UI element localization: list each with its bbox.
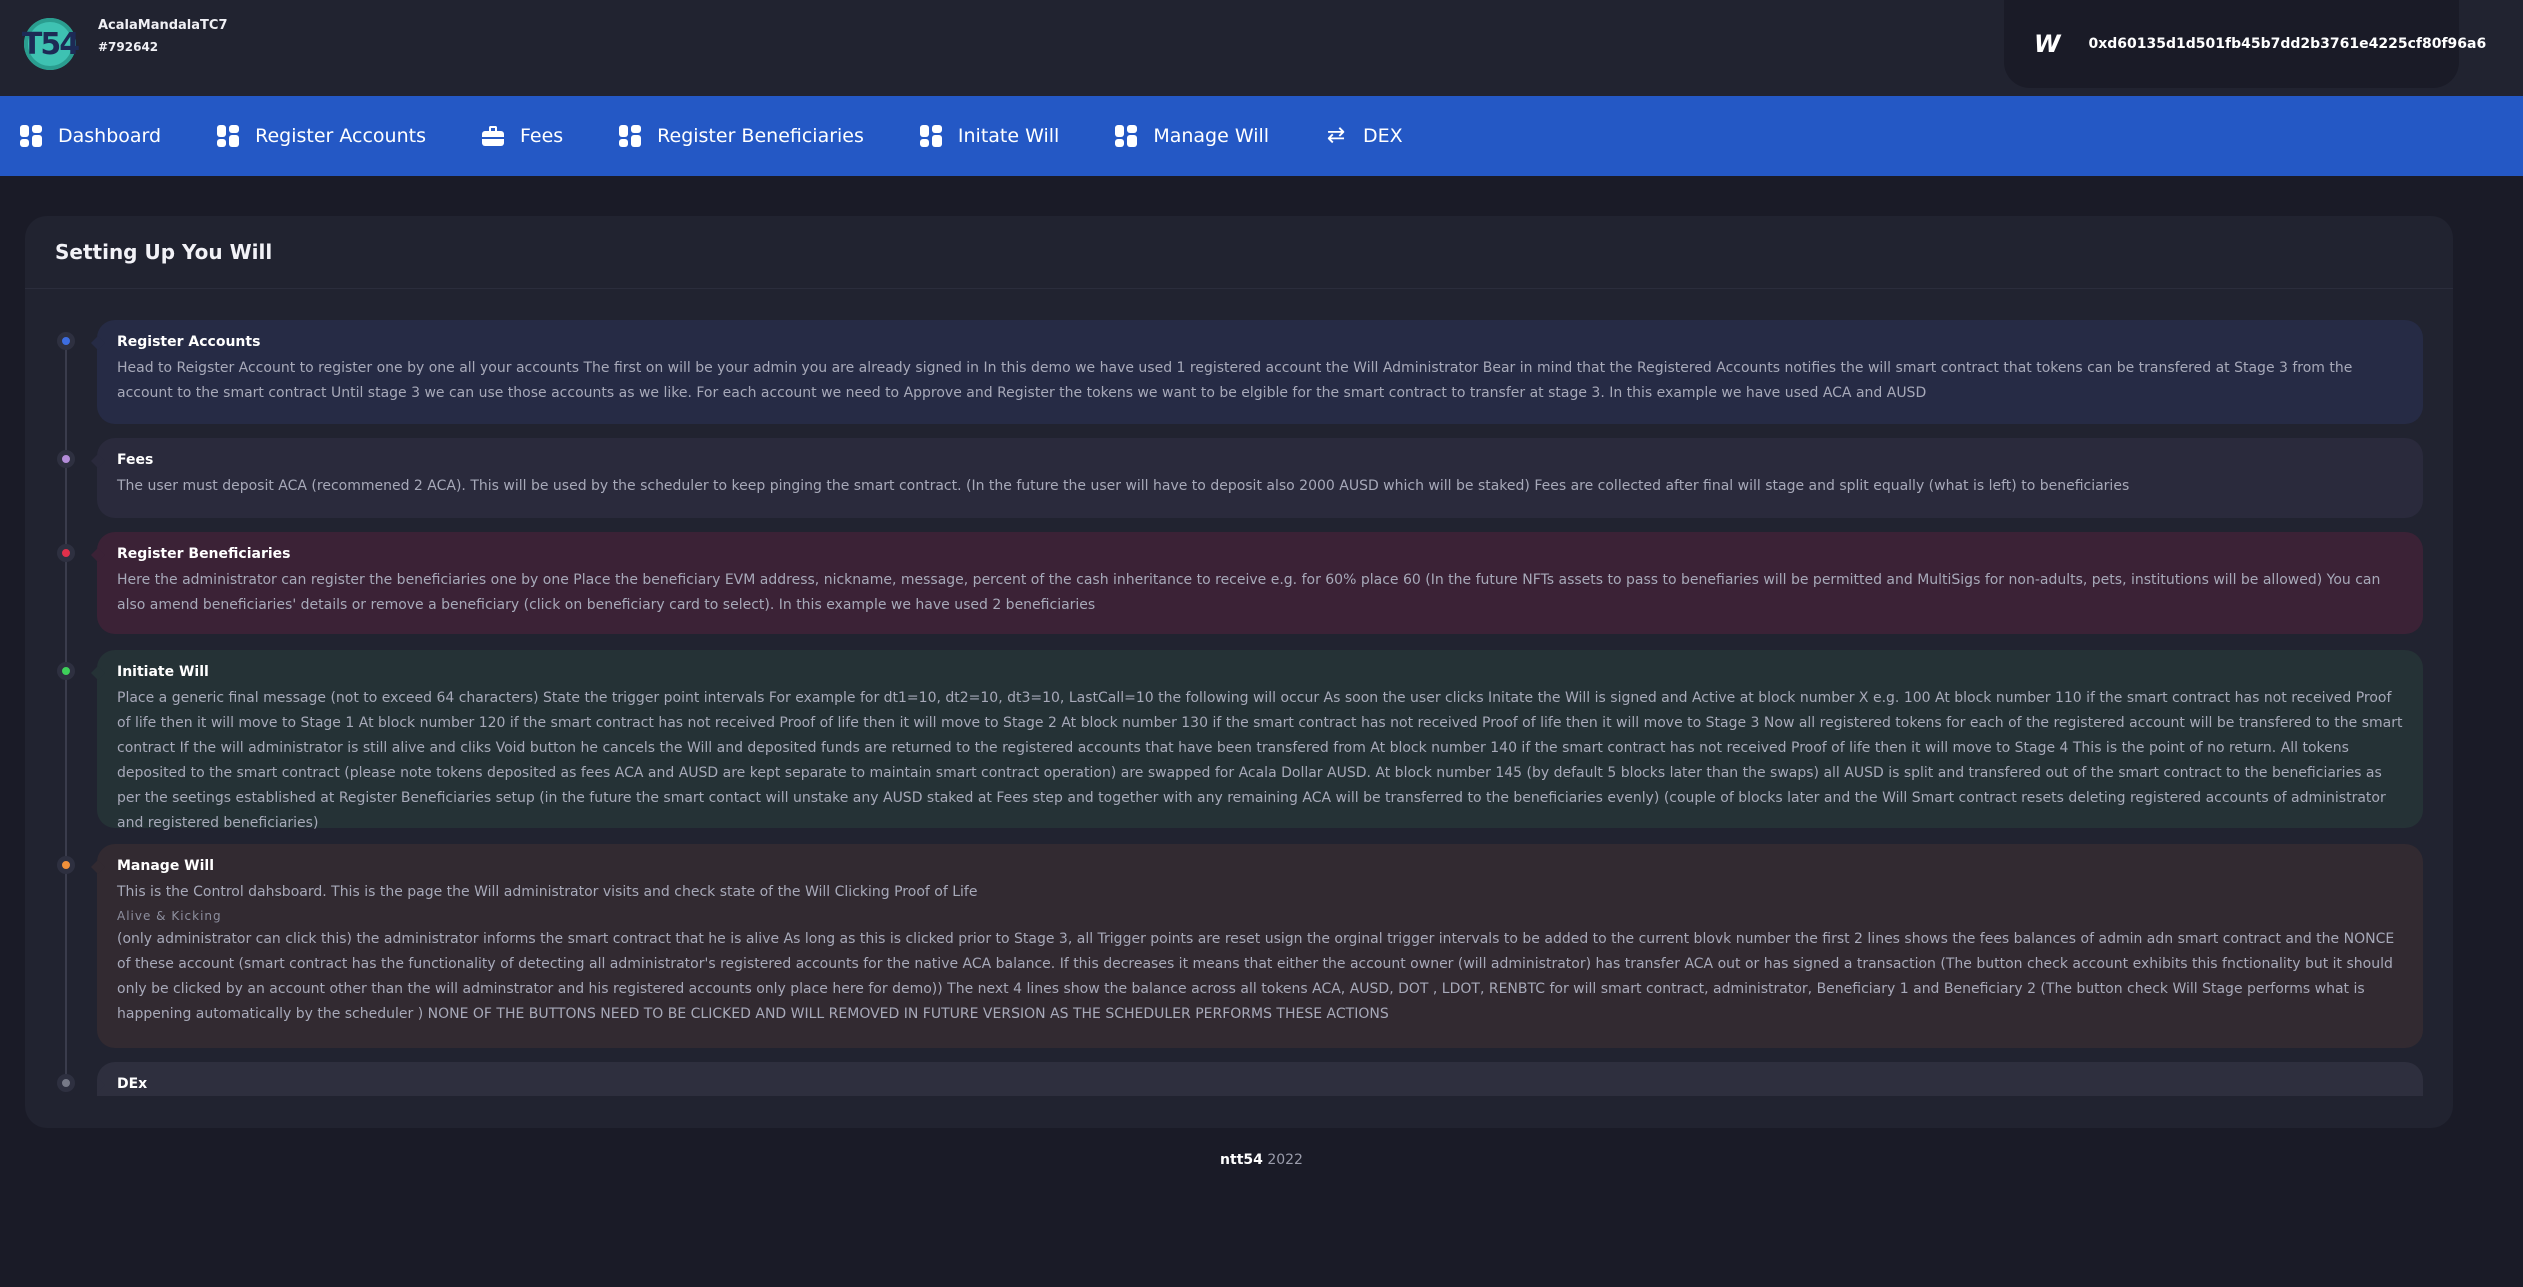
step-title: DEx xyxy=(117,1076,148,1092)
swap-arrows-icon: ⇄ xyxy=(1326,123,1346,148)
step-initiate-will: Initiate Will Place a generic final mess… xyxy=(90,650,2423,831)
card-divider xyxy=(25,288,2453,289)
step-title: Manage Will xyxy=(117,858,215,874)
initate-will-grid-icon xyxy=(919,125,942,147)
timeline-dot-dex xyxy=(57,1074,75,1092)
step-dex: DEx xyxy=(97,1062,2423,1096)
briefcase-icon xyxy=(481,125,504,147)
step-register-beneficiaries: Register Beneficiaries Here the administ… xyxy=(90,532,2423,634)
step-title: Fees xyxy=(117,452,154,468)
manage-will-details: (only administrator can click this) the … xyxy=(117,931,2395,1022)
register-beneficiaries-grid-icon xyxy=(619,125,642,147)
footer: ntt54 2022 xyxy=(0,1152,2523,1168)
step-title: Register Beneficiaries xyxy=(117,546,291,562)
nav-label: Initate Will xyxy=(957,125,1060,147)
manage-will-grid-icon xyxy=(1115,125,1138,147)
step-pointer xyxy=(90,859,106,875)
nav-item-dashboard[interactable]: Dashboard xyxy=(20,96,161,176)
page-title: Setting Up You Will xyxy=(55,240,273,264)
wallet-address: 0xd60135d1d501fb45b7dd2b3761e4225cf80f96… xyxy=(2088,36,2487,52)
step-description: Head to Reigster Account to register one… xyxy=(117,360,2353,401)
step-description: The user must deposit ACA (recommened 2 … xyxy=(117,478,2130,494)
nav-item-register-accounts[interactable]: Register Accounts xyxy=(217,96,426,176)
nav-label: Fees xyxy=(519,125,564,147)
step-title: Initiate Will xyxy=(117,664,209,680)
step-description: This is the Control dahsboard. This is t… xyxy=(117,880,2403,1027)
register-accounts-grid-icon xyxy=(217,125,240,147)
footer-year: 2022 xyxy=(1267,1152,1303,1168)
nav-label: DEX xyxy=(1363,125,1403,147)
timeline-dot-initiate-will xyxy=(57,662,75,680)
dashboard-grid-icon xyxy=(20,125,42,147)
main-nav: Dashboard Register Accounts Fees Registe… xyxy=(0,96,2523,176)
step-description: Place a generic final message (not to ex… xyxy=(117,690,2403,831)
step-pointer xyxy=(90,335,106,351)
step-manage-will: Manage Will This is the Control dahsboar… xyxy=(90,844,2423,1048)
step-description: Here the administrator can register the … xyxy=(117,572,2381,613)
wallet-badge[interactable]: W 0xd60135d1d501fb45b7dd2b3761e4225cf80f… xyxy=(2004,0,2486,88)
account-name: AcalaMandalaTC7 xyxy=(98,18,228,33)
step-fees: Fees The user must deposit ACA (recommen… xyxy=(90,438,2423,518)
nav-label: Manage Will xyxy=(1153,125,1270,147)
nav-label: Register Beneficiaries xyxy=(657,125,864,147)
nav-item-register-beneficiaries[interactable]: Register Beneficiaries xyxy=(619,96,864,176)
wallet-icon: W xyxy=(2034,30,2061,58)
account-id: #792642 xyxy=(98,40,159,54)
step-pointer xyxy=(97,1077,106,1093)
step-pointer xyxy=(90,665,106,681)
step-pointer xyxy=(90,547,106,563)
nav-item-fees[interactable]: Fees xyxy=(481,96,564,176)
timeline-dot-manage-will xyxy=(57,856,75,874)
setup-card: Setting Up You Will Register Accounts He… xyxy=(25,216,2453,1128)
top-bar: T54 AcalaMandalaTC7 #792642 W 0xd60135d1… xyxy=(0,0,2523,96)
alive-kicking-label: Alive & Kicking xyxy=(117,909,222,923)
app-logo[interactable]: T54 xyxy=(22,18,80,70)
nav-item-initate-will[interactable]: Initate Will xyxy=(919,96,1060,176)
step-pointer xyxy=(90,453,106,469)
timeline-line xyxy=(65,336,67,1088)
step-register-accounts: Register Accounts Head to Reigster Accou… xyxy=(90,320,2423,424)
manage-will-intro: This is the Control dahsboard. This is t… xyxy=(117,884,978,900)
nav-label: Dashboard xyxy=(58,125,162,147)
step-title: Register Accounts xyxy=(117,334,261,350)
nav-label: Register Accounts xyxy=(255,125,426,147)
timeline-dot-register-beneficiaries xyxy=(57,544,75,562)
timeline-dot-fees xyxy=(57,450,75,468)
footer-brand: ntt54 xyxy=(1220,1152,1263,1168)
timeline-dot-register-accounts xyxy=(57,332,75,350)
nav-item-dex[interactable]: ⇄ DEX xyxy=(1325,96,1403,176)
nav-item-manage-will[interactable]: Manage Will xyxy=(1115,96,1269,176)
